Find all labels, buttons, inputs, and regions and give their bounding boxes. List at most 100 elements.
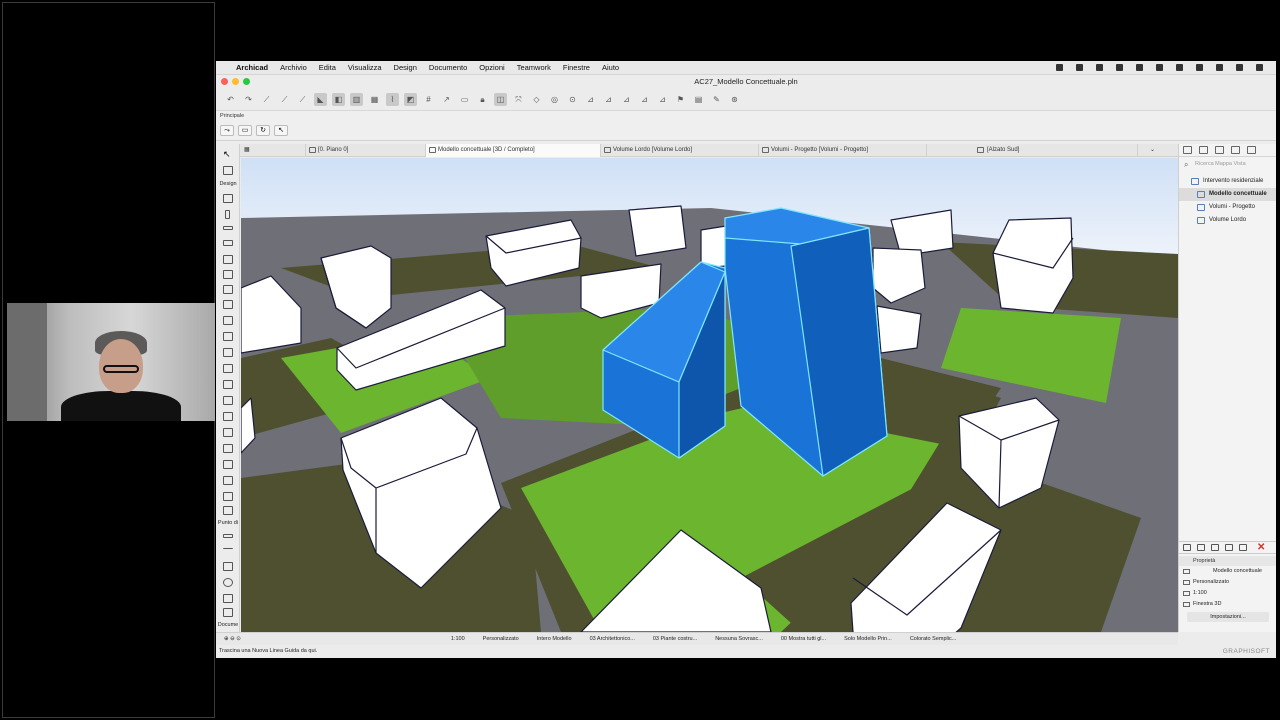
quick-option-mvo[interactable]: 03 Piante costru... xyxy=(653,636,697,642)
detail-icon[interactable] xyxy=(223,578,233,587)
quick-option-pen[interactable]: 03 Architettonico... xyxy=(590,636,635,642)
door-icon[interactable] xyxy=(223,348,233,357)
property-name[interactable]: Modello concettuale xyxy=(1179,566,1276,577)
bluetooth-icon[interactable] xyxy=(1116,64,1123,71)
navigation-icon[interactable]: ◎ xyxy=(548,93,561,106)
orbit-icon[interactable]: ◇ xyxy=(530,93,543,106)
tree-item-modello-concettuale[interactable]: Modello concettuale xyxy=(1179,188,1276,201)
battery-icon[interactable] xyxy=(1096,64,1103,71)
menu-aiuto[interactable]: Aiuto xyxy=(602,63,619,72)
camera-icon[interactable] xyxy=(1056,64,1063,71)
camera-tool-icon[interactable] xyxy=(223,608,233,617)
layer-icon[interactable]: ◩ xyxy=(404,93,417,106)
favorites-icon[interactable]: ✎ xyxy=(710,93,723,106)
minimize-window-button[interactable] xyxy=(232,78,239,85)
volume-icon[interactable] xyxy=(1176,64,1183,71)
quick-option-3d-style[interactable]: Colorato Semplic... xyxy=(910,636,956,642)
menu-finestre[interactable]: Finestre xyxy=(563,63,590,72)
undo-icon[interactable]: ↶ xyxy=(224,93,237,106)
trim-icon[interactable]: ⊿ xyxy=(620,93,633,106)
redo-icon[interactable]: ↷ xyxy=(242,93,255,106)
property-row[interactable]: Personalizzato xyxy=(1179,577,1276,588)
menu-archivio[interactable]: Archivio xyxy=(280,63,307,72)
zone-icon[interactable] xyxy=(223,412,233,421)
tree-item-volume-lordo[interactable]: Volume Lordo xyxy=(1179,214,1276,227)
trace-icon[interactable]: ▥ xyxy=(350,93,363,106)
curtain-wall-icon[interactable] xyxy=(223,332,233,341)
view-map-icon[interactable] xyxy=(1199,146,1208,154)
quick-option-structure[interactable]: Solo Modello Prin... xyxy=(844,636,892,642)
quick-option-override[interactable]: Nessuna Sovrasc... xyxy=(715,636,763,642)
measure-icon[interactable]: ⊿ xyxy=(656,93,669,106)
roof-icon[interactable] xyxy=(223,255,233,264)
menu-icon[interactable] xyxy=(1247,146,1256,154)
marquee-mode-icon[interactable]: ▭ xyxy=(238,125,252,136)
mesh-icon[interactable] xyxy=(223,285,233,294)
hash-icon[interactable]: # xyxy=(422,93,435,106)
open-icon[interactable] xyxy=(1239,544,1247,551)
arrow-mode-icon[interactable]: ⤳ xyxy=(220,125,234,136)
menu-design[interactable]: Design xyxy=(394,63,417,72)
cloud-icon[interactable] xyxy=(1076,64,1083,71)
section-icon[interactable]: ⊿ xyxy=(638,93,651,106)
siri-icon[interactable] xyxy=(1256,64,1263,71)
fit-icon[interactable]: ⤧ xyxy=(512,93,525,106)
quick-option-renovation[interactable]: 00 Mostra tutti gl... xyxy=(781,636,826,642)
pointer-mode-icon[interactable]: ↖ xyxy=(274,125,288,136)
tree-item-volumi-progetto[interactable]: Volumi - Progetto xyxy=(1179,201,1276,214)
slab-icon[interactable] xyxy=(223,240,233,246)
grid-icon[interactable] xyxy=(1136,64,1143,71)
lock-icon[interactable]: 🔒︎ xyxy=(476,93,489,106)
section-tool-icon[interactable] xyxy=(223,506,233,515)
beam-icon[interactable] xyxy=(223,226,233,230)
snap-icon[interactable]: ◣ xyxy=(314,93,327,106)
morph-icon[interactable] xyxy=(223,460,233,469)
railing-icon[interactable] xyxy=(223,316,233,325)
clone-icon[interactable] xyxy=(1211,544,1219,551)
beam-frame-icon[interactable] xyxy=(223,492,233,501)
tab-volumi-progetto[interactable]: Volumi - Progetto [Volumi - Progetto] xyxy=(759,144,927,157)
menu-opzioni[interactable]: Opzioni xyxy=(479,63,504,72)
window-icon[interactable] xyxy=(223,364,233,373)
interior-elevation-icon[interactable] xyxy=(223,548,233,550)
menu-teamwork[interactable]: Teamwork xyxy=(517,63,551,72)
rotate-mode-icon[interactable]: ↻ xyxy=(256,125,270,136)
menu-edita[interactable]: Edita xyxy=(319,63,336,72)
delete-icon[interactable]: ✕ xyxy=(1257,542,1265,553)
suspend-groups-icon[interactable]: ◫ xyxy=(494,93,507,106)
zoom-window-button[interactable] xyxy=(243,78,250,85)
tab-alzato-sud[interactable]: [Alzato Sud] xyxy=(927,144,1138,157)
project-map-icon[interactable] xyxy=(1183,146,1192,154)
equipment-icon[interactable] xyxy=(223,476,233,485)
tree-root[interactable]: Intervento residenziale xyxy=(1179,175,1276,188)
change-icon[interactable] xyxy=(223,594,233,603)
quick-option-layer[interactable]: Personalizzato xyxy=(483,636,519,642)
shell-icon[interactable] xyxy=(223,270,233,279)
skylight-icon[interactable] xyxy=(223,380,233,389)
opening-icon[interactable] xyxy=(223,396,233,405)
menu-visualizza[interactable]: Visualizza xyxy=(348,63,382,72)
pick-up-icon[interactable]: ⟋ xyxy=(260,93,273,106)
worksheet-icon[interactable] xyxy=(223,562,233,571)
arrow-icon[interactable]: ↗ xyxy=(440,93,453,106)
scale-value[interactable]: 1:100 xyxy=(451,636,465,642)
guideline-icon[interactable]: ◧ xyxy=(332,93,345,106)
elevation-icon[interactable] xyxy=(223,534,233,538)
settings-button[interactable]: Impostazioni... xyxy=(1187,612,1269,622)
navigator-search-input[interactable]: Ricerca Mappa Vista xyxy=(1183,160,1272,171)
clock-icon[interactable] xyxy=(1156,64,1163,71)
new-folder-icon[interactable] xyxy=(1197,544,1205,551)
view-settings-icon[interactable]: ⊙ xyxy=(566,93,579,106)
menu-documento[interactable]: Documento xyxy=(429,63,467,72)
grid-snap-icon[interactable]: ▦ xyxy=(368,93,381,106)
column-icon[interactable] xyxy=(225,210,230,219)
wifi-icon[interactable] xyxy=(1196,64,1203,71)
settings-icon[interactable] xyxy=(1225,544,1233,551)
inject-icon[interactable]: ⟋ xyxy=(278,93,291,106)
property-row[interactable]: Finestra 3D xyxy=(1179,599,1276,610)
collision-icon[interactable]: ⊿ xyxy=(584,93,597,106)
flag-icon[interactable]: ⚑ xyxy=(674,93,687,106)
property-row[interactable]: 1:100 xyxy=(1179,588,1276,599)
3d-viewport[interactable] xyxy=(241,158,1178,632)
view-icon[interactable]: ▤ xyxy=(692,93,705,106)
